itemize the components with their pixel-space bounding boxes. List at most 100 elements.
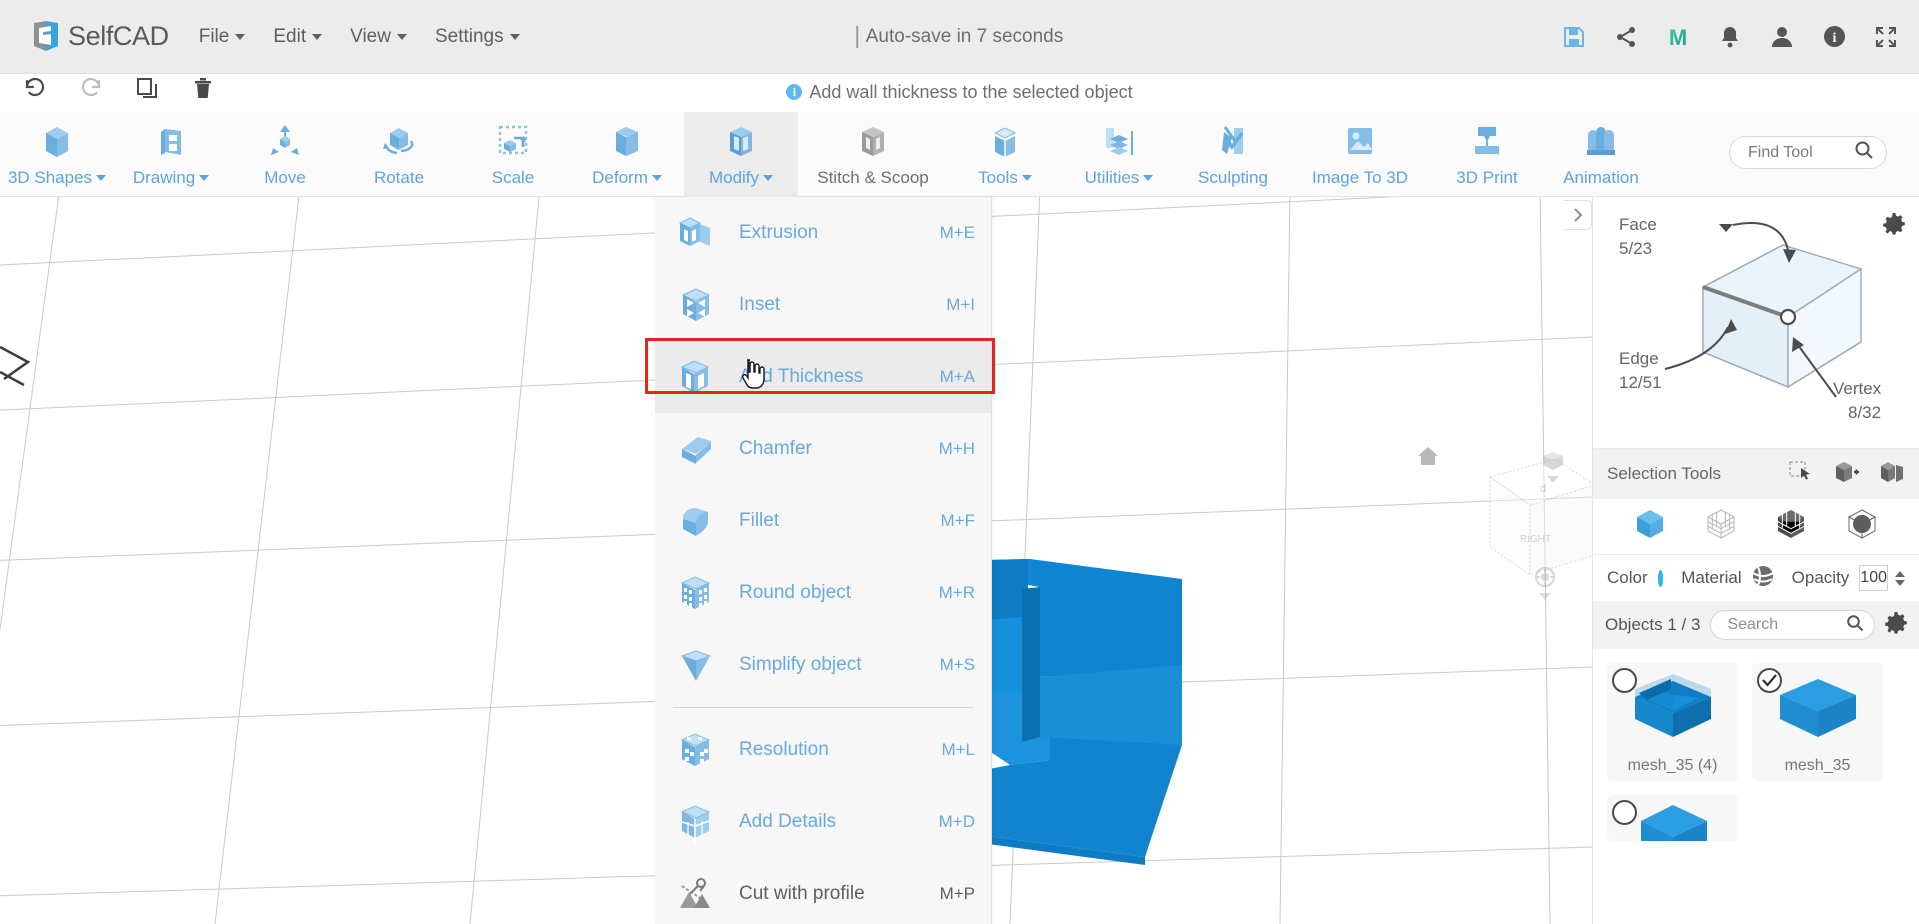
ribbon-tab-tools[interactable]: Tools — [948, 112, 1062, 197]
ribbon-tab-drawing[interactable]: Drawing — [114, 112, 228, 197]
menu-item-label: Extrusion — [739, 222, 819, 243]
label-text: Utilities — [1084, 168, 1140, 187]
menu-edit-label: Edit — [273, 25, 307, 47]
save-icon[interactable] — [1561, 24, 1587, 50]
menu-item-cut-with-profile[interactable]: Cut with profile M+P — [655, 858, 991, 924]
app-logo[interactable]: SelfCAD — [30, 20, 169, 54]
fullscreen-icon[interactable] — [1873, 24, 1899, 50]
ribbon-tab-label: Animation — [1563, 168, 1639, 188]
rectangle-select-icon[interactable] — [1789, 461, 1813, 488]
menu-item-extrusion[interactable]: Extrusion M+E — [655, 197, 991, 269]
menu-item-chamfer[interactable]: Chamfer M+H — [655, 413, 991, 485]
notification-bell-icon[interactable] — [1717, 24, 1743, 50]
round-object-icon — [673, 570, 719, 616]
chevron-down-icon — [96, 175, 107, 181]
object-card[interactable]: mesh_35 (4) — [1607, 663, 1738, 781]
ribbon-tab-stitch-scoop[interactable]: Stitch & Scoop — [798, 112, 948, 197]
ribbon-tab-utilities[interactable]: Utilities — [1062, 112, 1176, 197]
modify-dropdown-menu[interactable]: Extrusion M+E Inset M+I Add Thickness M+… — [655, 197, 992, 924]
menu-view[interactable]: View — [350, 26, 407, 48]
stitch-scoop-icon — [850, 119, 896, 164]
svg-text:d: d — [1540, 483, 1546, 495]
chevron-right-icon — [1573, 208, 1582, 222]
vertex-label[interactable]: Vertex — [1833, 379, 1881, 399]
objects-search-placeholder: Search — [1727, 616, 1779, 633]
menu-item-shortcut: M+S — [939, 655, 975, 674]
opacity-input[interactable]: 100 — [1859, 565, 1888, 591]
svg-text:i: i — [1832, 31, 1836, 46]
menu-item-simplify-object[interactable]: Simplify object M+S — [655, 629, 991, 701]
find-tool-search[interactable]: Find Tool — [1729, 136, 1887, 169]
copy-icon[interactable] — [134, 75, 160, 101]
color-swatch[interactable] — [1657, 569, 1664, 587]
object-checkbox[interactable] — [1612, 800, 1637, 825]
ribbon-tab-animation[interactable]: Animation — [1544, 112, 1658, 197]
ribbon-tab-deform[interactable]: Deform — [570, 112, 684, 197]
info-icon[interactable]: i — [1821, 24, 1847, 50]
panel-collapse-toggle[interactable] — [1564, 200, 1592, 230]
search-icon[interactable] — [1846, 614, 1864, 637]
menu-item-fillet[interactable]: Fillet M+F — [655, 485, 991, 557]
menu-settings[interactable]: Settings — [435, 26, 520, 48]
mesh-mode-icon[interactable] — [1774, 507, 1808, 546]
edge-label[interactable]: Edge — [1619, 349, 1659, 369]
object-card[interactable] — [1607, 795, 1738, 841]
object-card[interactable]: mesh_35 — [1752, 663, 1883, 781]
autosave-status: Auto-save in 7 seconds — [855, 25, 1064, 48]
menu-item-add-details[interactable]: Add Details M+D — [655, 786, 991, 858]
ribbon-tab-label: Sculpting — [1198, 168, 1268, 188]
ribbon-tab-move[interactable]: Move — [228, 112, 342, 197]
delete-icon[interactable] — [190, 75, 216, 101]
add-selection-icon[interactable] — [1833, 461, 1859, 488]
menu-item-round-object[interactable]: Round object M+R — [655, 557, 991, 629]
object-checkbox[interactable] — [1612, 668, 1637, 693]
shaded-mode-icon[interactable] — [1845, 507, 1879, 546]
autosave-text: Auto-save in 7 seconds — [865, 25, 1064, 47]
gear-icon[interactable] — [1885, 611, 1907, 639]
objects-search-input[interactable]: Search — [1710, 610, 1875, 640]
home-view-icon — [1418, 447, 1438, 465]
menu-file[interactable]: File — [199, 26, 246, 48]
share-icon[interactable] — [1613, 24, 1639, 50]
ribbon-tab-sculpting[interactable]: Sculpting — [1176, 112, 1290, 197]
wireframe-mode-icon[interactable] — [1704, 507, 1738, 546]
menu-item-label: Round object — [739, 582, 851, 603]
user-account-icon[interactable] — [1769, 24, 1795, 50]
menu-item-label: Inset — [739, 294, 781, 315]
label-text: Sculpting — [1198, 168, 1268, 187]
menu-item-resolution[interactable]: Resolution M+L — [655, 714, 991, 786]
loop-selection-icon[interactable] — [1879, 461, 1905, 488]
search-icon[interactable] — [1854, 140, 1874, 165]
stepper-down-icon[interactable] — [1895, 579, 1905, 586]
menu-item-add-thickness[interactable]: Add Thickness M+A — [655, 341, 991, 413]
material-icon[interactable] — [1752, 565, 1774, 592]
menu-item-shortcut: M+R — [938, 583, 975, 602]
label-text: Move — [264, 168, 306, 187]
view-cube-label: RIGHT — [1520, 534, 1551, 545]
vertex-value: 8/32 — [1848, 403, 1882, 422]
ribbon-tab-image-to-3d[interactable]: Image To 3D — [1290, 112, 1430, 197]
mystore-logo-icon[interactable]: M — [1665, 24, 1691, 50]
ribbon-tab-modify[interactable]: Modify — [684, 112, 798, 197]
extrusion-icon — [673, 210, 719, 256]
ribbon-tab-scale[interactable]: Scale — [456, 112, 570, 197]
menu-item-label: Add Thickness — [739, 366, 864, 387]
chevron-down-icon — [1719, 224, 1733, 232]
undo-icon[interactable] — [22, 75, 48, 101]
menu-item-label: Resolution — [739, 739, 829, 760]
menu-edit[interactable]: Edit — [273, 25, 323, 48]
ribbon-tab-3d-print[interactable]: 3D Print — [1430, 112, 1544, 197]
redo-icon[interactable] — [78, 75, 104, 101]
menu-item-inset[interactable]: Inset M+I — [655, 269, 991, 341]
stepper-up-icon[interactable] — [1895, 570, 1905, 577]
ribbon-tab-3d-shapes[interactable]: 3D Shapes — [0, 112, 114, 197]
chevron-down-icon — [312, 33, 323, 40]
right-panel: Face 5/23 Edge 12/51 Vertex 8/32 Selecti… — [1592, 197, 1919, 924]
face-label[interactable]: Face — [1619, 215, 1657, 235]
object-checkbox[interactable] — [1757, 668, 1782, 693]
object-mode-icon[interactable] — [1633, 507, 1667, 546]
opacity-stepper[interactable] — [1895, 570, 1905, 586]
ribbon-tab-rotate[interactable]: Rotate — [342, 112, 456, 197]
menu-item-label: Cut with profile — [739, 883, 865, 904]
menu-file-label: File — [198, 25, 230, 47]
